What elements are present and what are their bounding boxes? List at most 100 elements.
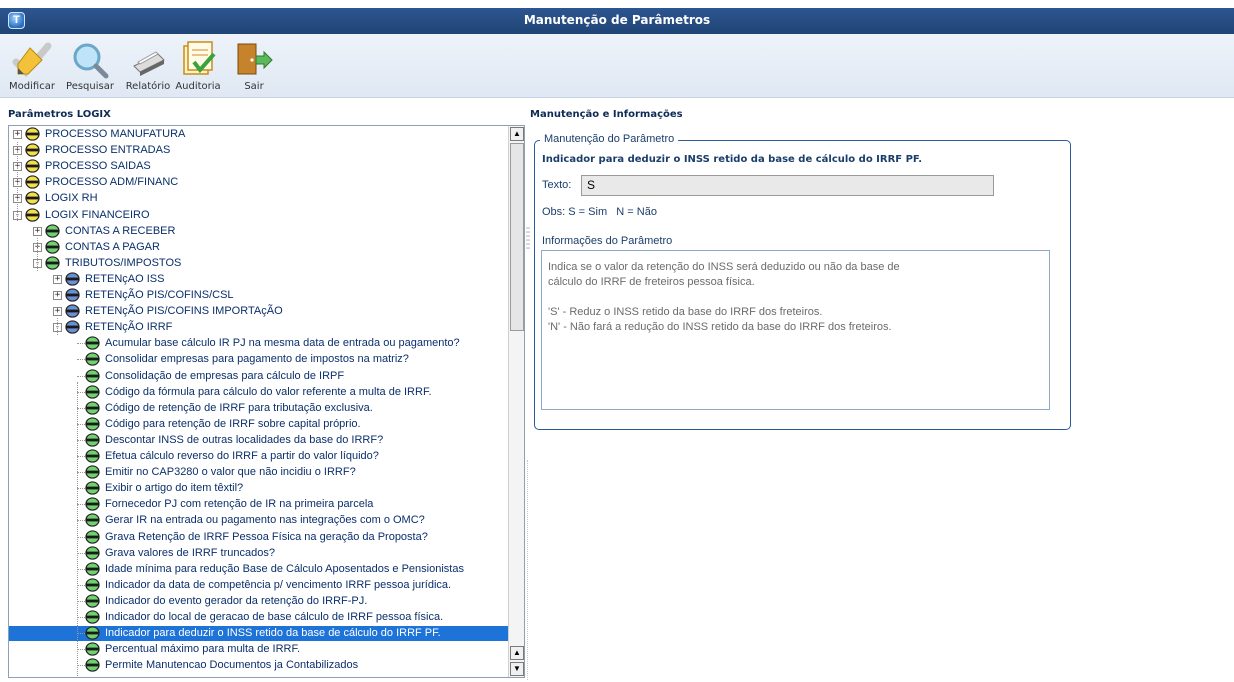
modificar-button[interactable]: Modificar [4, 40, 60, 96]
node-icon [85, 562, 100, 576]
tree-item[interactable]: - TRIBUTOS/IMPOSTOS [9, 256, 509, 271]
node-icon [85, 352, 100, 367]
tree-item-label: Código de retenção de IRRF para tributaç… [105, 401, 373, 414]
tree-item[interactable]: Indicador da data de competência p/ venc… [9, 578, 509, 593]
tree-item-label: RETENçAO ISS [85, 272, 165, 285]
info-textarea[interactable]: Indica se o valor da retenção do INSS se… [541, 250, 1050, 410]
tree-item-label: Percentual máximo para multa de IRRF. [105, 643, 301, 656]
tree-content: + PROCESSO MANUFATURA + PROCESSO ENTRADAS + P… [9, 126, 509, 677]
tree-item-label: Efetua cálculo reverso do IRRF a partir … [105, 450, 379, 462]
left-section-title: Parâmetros LOGIX [8, 109, 111, 120]
tree-item[interactable]: Grava valores de IRRF truncados? [9, 545, 509, 561]
tree-item[interactable]: Fornecedor PJ com retenção de IR na prim… [9, 497, 509, 512]
tree-item[interactable]: Código de retenção de IRRF para tributaç… [9, 401, 509, 416]
tree-item[interactable]: + CONTAS A RECEBER [9, 223, 509, 239]
tree-item[interactable]: + RETENçÃO PIS/COFINS/CSL [9, 288, 509, 303]
parameters-tree: + PROCESSO MANUFATURA + PROCESSO ENTRADAS + P… [8, 125, 525, 678]
divider-line [527, 460, 528, 680]
info-line [548, 290, 1043, 305]
auditoria-label: Auditoria [175, 81, 221, 92]
tree-item[interactable]: - RETENçÃO IRRF [9, 320, 509, 335]
tree-item-label: Idade mínima para redução Base de Cálcul… [105, 562, 464, 575]
tree-item[interactable]: Consolidação de empresas para cálculo de… [9, 368, 509, 384]
tree-item[interactable]: + RETENçAO ISS [9, 272, 509, 287]
tree-item-label: Emitir no CAP3280 o valor que não incidi… [105, 466, 356, 479]
tree-item-label: Indicador do evento gerador da retenção … [105, 594, 368, 607]
tree-item-label: Consolidar empresas para pagamento de im… [105, 353, 409, 366]
node-icon [85, 481, 100, 495]
tree-guide-line [77, 382, 78, 677]
expand-icon[interactable]: + [53, 274, 62, 284]
tree-item-label: Código para retenção de IRRF sobre capit… [105, 417, 361, 430]
tree-item[interactable]: + PROCESSO ADM/FINANC [9, 175, 509, 190]
sair-button[interactable]: Sair [226, 40, 282, 96]
expand-icon[interactable]: + [53, 307, 62, 317]
node-icon [85, 384, 100, 399]
node-icon [85, 513, 100, 528]
texto-input[interactable]: S [581, 175, 994, 196]
tree-item[interactable]: Efetua cálculo reverso do IRRF a partir … [9, 449, 509, 464]
tree-item[interactable]: + RETENçÃO PIS/COFINS IMPORTAçÃO [9, 304, 509, 319]
tree-item[interactable]: Emitir no CAP3280 o valor que não incidi… [9, 465, 509, 480]
tree-item[interactable]: Percentual máximo para multa de IRRF. [9, 642, 509, 657]
info-line: 'N' - Não fará a redução do INSS retido … [548, 321, 892, 333]
expand-icon[interactable]: + [33, 226, 42, 236]
tree-item-label: Indicador para deduzir o INSS retido da … [103, 626, 443, 642]
tree-item-label: Exibir o artigo do item têxtil? [105, 482, 244, 495]
node-icon [65, 320, 80, 334]
scroll-up-arrow-icon[interactable]: ▲ [510, 646, 524, 660]
tree-item-label: TRIBUTOS/IMPOSTOS [65, 256, 182, 269]
tree-scrollbar[interactable]: ▲ ▲ ▼ [508, 126, 524, 677]
tree-item[interactable]: Permite Manutencao Documentos ja Contabi… [9, 658, 509, 673]
expand-icon[interactable]: + [53, 291, 62, 300]
expand-icon[interactable]: + [13, 130, 22, 139]
panel-splitter[interactable] [525, 125, 531, 678]
tree-item-label: PROCESSO MANUFATURA [45, 128, 186, 140]
tree-item[interactable]: + PROCESSO SAIDAS [9, 159, 509, 174]
tree-item[interactable]: Código da fórmula para cálculo do valor … [9, 384, 509, 400]
scroll-up-arrow-icon[interactable]: ▲ [510, 127, 524, 141]
tree-item-label: PROCESSO ADM/FINANC [45, 176, 179, 189]
tree-item-label: RETENçÃO IRRF [85, 321, 173, 334]
tree-item[interactable]: + CONTAS A PAGAR [9, 240, 509, 255]
node-icon [25, 159, 40, 173]
tree-item[interactable]: Consolidar empresas para pagamento de im… [9, 352, 509, 367]
tree-item[interactable]: Código para retenção de IRRF sobre capit… [9, 417, 509, 432]
node-icon [85, 497, 100, 511]
node-icon [85, 545, 100, 560]
tree-item-label: Gerar IR na entrada ou pagamento nas int… [105, 514, 425, 527]
tree-item[interactable]: Indicador para deduzir o INSS retido da … [9, 626, 509, 642]
tree-item[interactable]: - LOGIX FINANCEIRO [9, 207, 509, 223]
tree-item-label: LOGIX FINANCEIRO [45, 208, 150, 221]
tree-item-label: PROCESSO SAIDAS [45, 160, 151, 173]
node-icon [85, 401, 100, 415]
tree-item-label: CONTAS A RECEBER [65, 224, 176, 237]
tree-item[interactable]: Indicador do local de geracao de base cá… [9, 610, 509, 625]
tree-item[interactable]: Idade mínima para redução Base de Cálcul… [9, 562, 509, 577]
tree-item[interactable]: Descontar INSS de outras localidades da … [9, 433, 509, 448]
pesquisar-button[interactable]: Pesquisar [62, 40, 118, 96]
tree-item[interactable]: + PROCESSO MANUFATURA [9, 127, 509, 142]
scroll-down-arrow-icon[interactable]: ▼ [510, 662, 524, 676]
obs-text: Obs: S = Sim N = Não [542, 206, 657, 218]
tree-item[interactable]: Acumular base cálculo IR PJ na mesma dat… [9, 336, 509, 351]
parameter-title: Indicador para deduzir o INSS retido da … [542, 154, 923, 165]
scroll-thumb[interactable] [510, 143, 524, 331]
tree-item[interactable]: Grava Retenção de IRRF Pessoa Física na … [9, 529, 509, 545]
tree-guide-line [17, 142, 18, 221]
tree-item-label: RETENçÃO PIS/COFINS IMPORTAçÃO [85, 305, 283, 318]
node-icon [85, 529, 100, 544]
auditoria-button[interactable]: Auditoria [170, 40, 226, 96]
node-icon [25, 207, 40, 222]
edit-check-icon [12, 42, 52, 78]
tree-item[interactable]: Exibir o artigo do item têxtil? [9, 481, 509, 496]
tree-item[interactable]: Indicador do evento gerador da retenção … [9, 594, 509, 609]
tree-item[interactable]: + PROCESSO ENTRADAS [9, 143, 509, 158]
title-bar: T Manutenção de Parâmetros [0, 8, 1234, 34]
texto-label: Texto: [542, 179, 572, 191]
tree-item-label: CONTAS A PAGAR [65, 240, 160, 253]
toolbar: Modificar Pesquisar Relatório Auditoria [0, 34, 1234, 98]
tree-item[interactable]: + LOGIX RH [9, 191, 509, 206]
node-icon [85, 465, 100, 479]
tree-item[interactable]: Gerar IR na entrada ou pagamento nas int… [9, 513, 509, 528]
